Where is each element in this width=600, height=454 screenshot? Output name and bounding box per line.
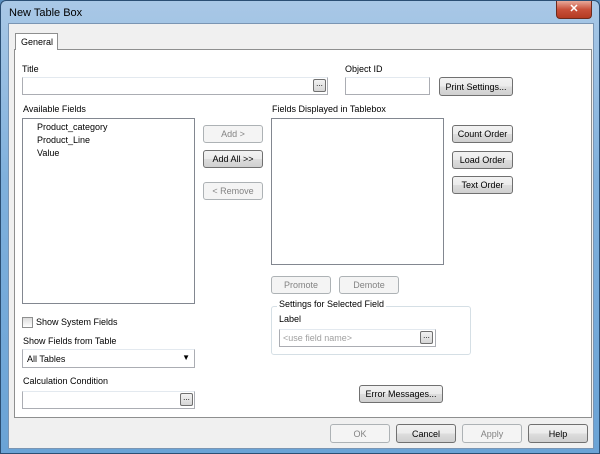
field-label-label: Label — [279, 314, 302, 324]
text-order-button[interactable]: Text Order — [452, 176, 513, 194]
general-panel: Title ... Object ID Print Settings... Av… — [14, 49, 592, 418]
calculation-condition-label: Calculation Condition — [23, 376, 109, 386]
object-id-input[interactable] — [345, 77, 430, 95]
add-button[interactable]: Add > — [203, 125, 263, 143]
list-item[interactable]: Product_category — [37, 122, 108, 132]
displayed-fields-list[interactable] — [271, 118, 444, 265]
add-all-button[interactable]: Add All >> — [203, 150, 263, 168]
title-label: Title — [22, 64, 39, 74]
object-id-label: Object ID — [345, 64, 383, 74]
apply-button[interactable]: Apply — [462, 424, 522, 443]
show-system-fields-checkbox[interactable] — [22, 317, 33, 328]
error-messages-button[interactable]: Error Messages... — [359, 385, 443, 403]
load-order-button[interactable]: Load Order — [452, 151, 513, 169]
dialog-client: General Title ... Object ID Print Settin… — [8, 23, 594, 449]
table-select[interactable]: All Tables ▼ — [22, 349, 195, 368]
promote-button[interactable]: Promote — [271, 276, 331, 294]
show-fields-from-table-label: Show Fields from Table — [23, 336, 117, 346]
calculation-condition-input[interactable] — [22, 391, 195, 409]
tab-general[interactable]: General — [15, 33, 58, 50]
show-system-fields-label: Show System Fields — [36, 317, 118, 327]
field-label-browse-button[interactable]: ... — [420, 331, 433, 344]
help-button[interactable]: Help — [528, 424, 588, 443]
demote-button[interactable]: Demote — [339, 276, 399, 294]
calculation-condition-browse-button[interactable]: ... — [180, 393, 193, 406]
title-input[interactable] — [22, 77, 328, 95]
print-settings-button[interactable]: Print Settings... — [439, 77, 513, 96]
dialog-window: New Table Box ✕ General Title ... Object… — [0, 0, 600, 454]
displayed-fields-label: Fields Displayed in Tablebox — [272, 104, 386, 114]
cancel-button[interactable]: Cancel — [396, 424, 456, 443]
ok-button[interactable]: OK — [330, 424, 390, 443]
table-select-value: All Tables — [27, 354, 66, 364]
count-order-button[interactable]: Count Order — [452, 125, 513, 143]
window-title: New Table Box — [9, 7, 83, 19]
remove-button[interactable]: < Remove — [203, 182, 263, 200]
list-item[interactable]: Value — [37, 148, 59, 158]
field-label-input[interactable]: <use field name> — [279, 329, 436, 347]
title-browse-button[interactable]: ... — [313, 79, 326, 92]
list-item[interactable]: Product_Line — [37, 135, 90, 145]
available-fields-list[interactable]: Product_category Product_Line Value — [22, 118, 195, 304]
chevron-down-icon: ▼ — [182, 353, 190, 362]
selected-field-group-label: Settings for Selected Field — [277, 299, 387, 309]
close-x-icon: ✕ — [569, 3, 579, 15]
available-fields-label: Available Fields — [23, 104, 86, 114]
close-button[interactable]: ✕ — [556, 1, 592, 19]
